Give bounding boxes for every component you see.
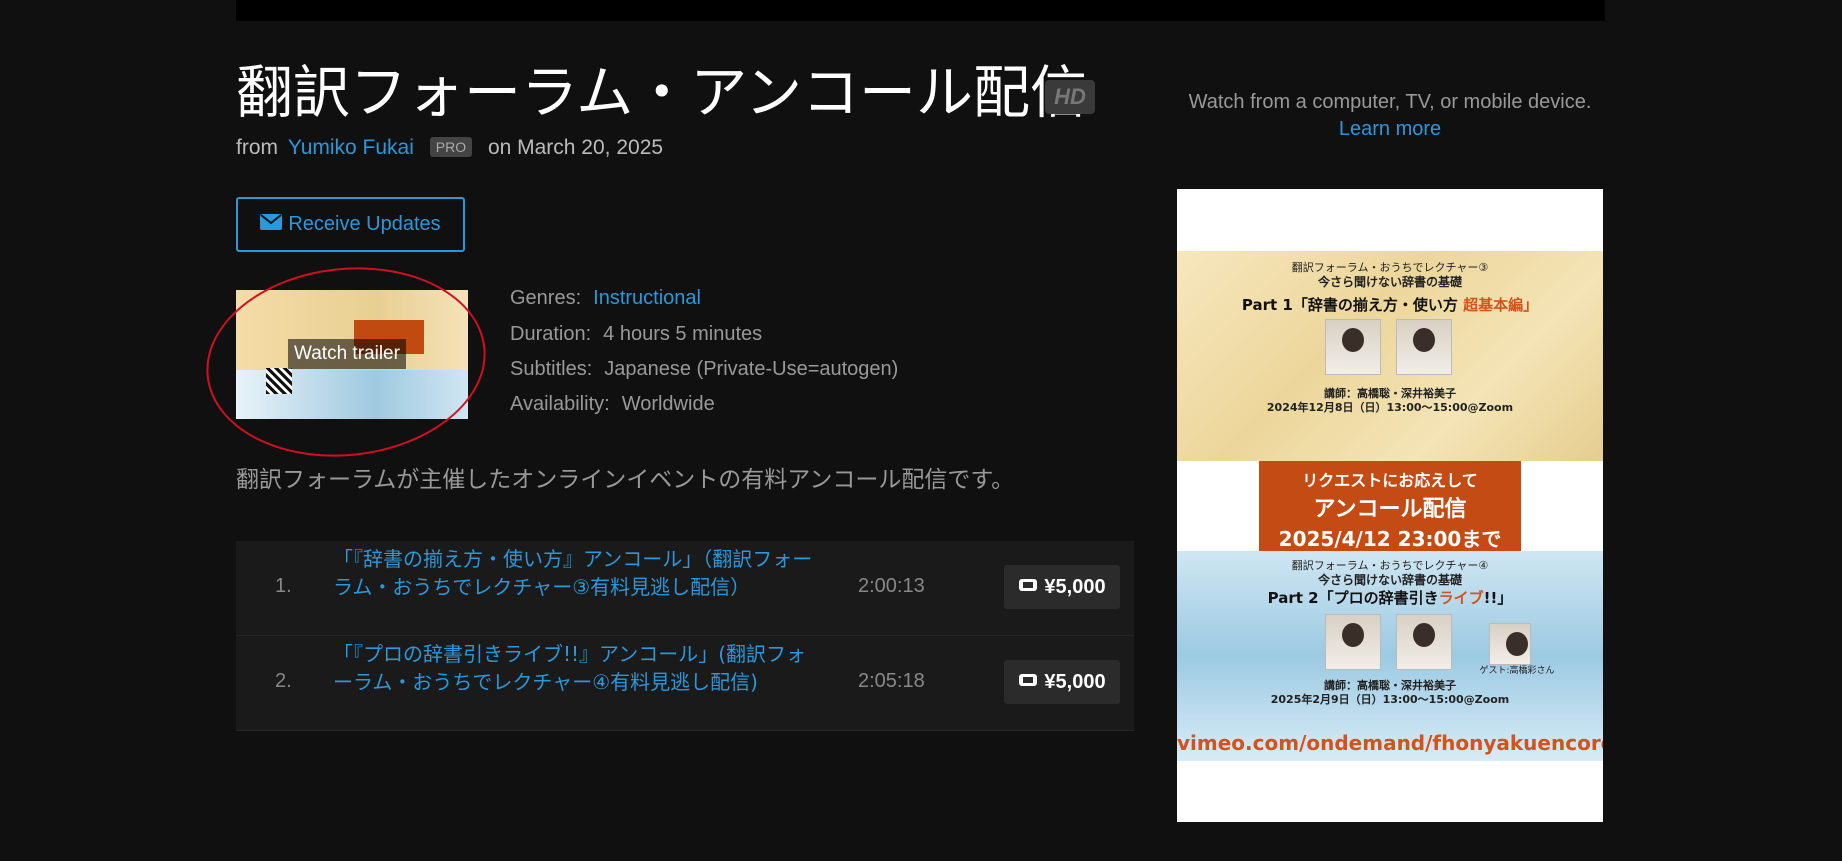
receive-updates-button[interactable]: Receive Updates — [236, 197, 465, 252]
poster-banner-line3: 2025/4/12 23:00まで — [1278, 527, 1502, 551]
poster-top-part-a: Part 1「辞書の揃え方・使い方 — [1241, 296, 1458, 314]
poster-bottom-part: Part 2「プロの辞書引きライブ!!」 — [1177, 587, 1603, 608]
author-link[interactable]: Yumiko Fukai — [288, 136, 414, 159]
subtitles-row: Subtitles: Japanese (Private-Use=autogen) — [510, 358, 898, 381]
poster-guest-label: ゲスト:高橋彩さん — [1479, 666, 1555, 676]
video-player-bar — [236, 0, 1605, 21]
learn-more-link[interactable]: Learn more — [1177, 116, 1603, 143]
episode-row: 1. 「『辞書の揃え方・使い方』アンコール」（翻訳フォーラム・おうちでレクチャー… — [236, 541, 1134, 636]
availability-row: Availability: Worldwide — [510, 393, 715, 416]
poster-top-part-b: 超基本編」 — [1463, 296, 1539, 314]
lecturer-photo — [1396, 614, 1452, 670]
poster-bottom-part-a: Part 2「プロの辞書引き — [1267, 589, 1439, 607]
poster-bottom-date: 2025年2月9日（日）13:00〜15:00@Zoom — [1270, 693, 1510, 706]
description: 翻訳フォーラムが主催したオンラインイベントの有料アンコール配信です。 — [236, 467, 1015, 493]
from-label: from — [236, 136, 278, 159]
byline: from Yumiko Fukai PRO on March 20, 2025 — [236, 136, 663, 160]
episode-price: ¥5,000 — [1044, 670, 1106, 693]
genres-label: Genres: — [510, 287, 582, 309]
red-annotation-circle — [196, 253, 496, 471]
episode-title-link[interactable]: 「『プロの辞書引きライブ!!』アンコール」(翻訳フォーラム・おうちでレクチャー④… — [333, 640, 821, 696]
poster-image: 翻訳フォーラム・おうちでレクチャー③ 今さら聞けない辞書の基礎 Part 1「辞… — [1177, 189, 1603, 822]
poster-banner-line1: リクエストにお応えして — [1302, 471, 1478, 490]
episode-duration: 2:00:13 — [858, 575, 925, 597]
episode-number: 1. — [275, 575, 292, 597]
episode-price: ¥5,000 — [1044, 575, 1106, 598]
ticket-icon — [1018, 671, 1038, 694]
episode-row: 2. 「『プロの辞書引きライブ!!』アンコール」(翻訳フォーラム・おうちでレクチ… — [236, 636, 1134, 731]
poster-top-part: Part 1「辞書の揃え方・使い方 超基本編」 — [1177, 294, 1603, 315]
ticket-icon — [1018, 576, 1038, 599]
poster-url: vimeo.com/ondemand/fhonyakuencore — [1177, 731, 1603, 755]
genres-row: Genres: Instructional — [510, 287, 701, 310]
pro-badge: PRO — [429, 137, 473, 157]
subtitles-label: Subtitles: — [510, 358, 593, 380]
page-title: 翻訳フォーラム・アンコール配信 — [236, 60, 1088, 126]
episode-title-link[interactable]: 「『辞書の揃え方・使い方』アンコール」（翻訳フォーラム・おうちでレクチャー③有料… — [333, 545, 821, 601]
watch-from-text: Watch from a computer, TV, or mobile dev… — [1188, 91, 1592, 113]
poster-bottom-part-c: !!」 — [1483, 589, 1513, 607]
watch-from-info: Watch from a computer, TV, or mobile dev… — [1177, 89, 1603, 143]
poster-bottom-part-b: ライブ — [1438, 589, 1484, 607]
lecturer-photo — [1396, 319, 1452, 375]
lecturer-photo — [1325, 614, 1381, 670]
release-date: on March 20, 2025 — [487, 136, 664, 159]
availability-value: Worldwide — [621, 393, 715, 415]
envelope-icon — [260, 213, 283, 236]
duration-value: 4 hours 5 minutes — [603, 323, 763, 345]
poster-banner-line2: アンコール配信 — [1313, 497, 1467, 522]
buy-episode-button[interactable]: ¥5,000 — [1004, 660, 1120, 704]
episode-duration: 2:05:18 — [858, 670, 925, 692]
episode-list: 1. 「『辞書の揃え方・使い方』アンコール」（翻訳フォーラム・おうちでレクチャー… — [236, 541, 1134, 731]
availability-label: Availability: — [510, 393, 610, 415]
subtitles-value: Japanese (Private-Use=autogen) — [604, 358, 899, 380]
lecturer-photo — [1325, 319, 1381, 375]
poster-bottom-subtitle: 今さら聞けない辞書の基礎 — [1317, 573, 1462, 587]
poster-top-date: 2024年12月8日（日）13:00〜15:00@Zoom — [1266, 401, 1514, 414]
genres-link[interactable]: Instructional — [593, 287, 701, 309]
poster-top-subtitle: 今さら聞けない辞書の基礎 — [1317, 275, 1462, 289]
guest-photo — [1489, 623, 1531, 665]
hd-badge: HD — [1045, 80, 1095, 114]
episode-number: 2. — [275, 670, 292, 692]
duration-label: Duration: — [510, 323, 592, 345]
buy-episode-button[interactable]: ¥5,000 — [1004, 565, 1120, 609]
poster-encore-banner: リクエストにお応えして アンコール配信 2025/4/12 23:00まで — [1259, 461, 1521, 551]
receive-updates-label: Receive Updates — [288, 213, 441, 235]
duration-row: Duration: 4 hours 5 minutes — [510, 323, 762, 346]
